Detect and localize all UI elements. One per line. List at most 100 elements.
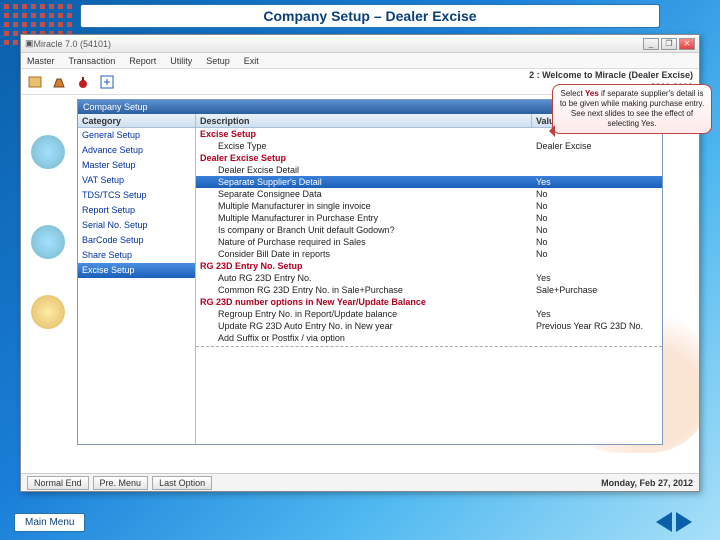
detail-row[interactable]: Update RG 23D Auto Entry No. in New year…	[196, 320, 662, 332]
detail-row	[196, 344, 662, 356]
status-btn-pre-menu[interactable]: Pre. Menu	[93, 476, 149, 490]
toolbar-icon-1[interactable]	[27, 74, 43, 90]
detail-value: Sale+Purchase	[532, 284, 662, 296]
status-btn-last-option[interactable]: Last Option	[152, 476, 212, 490]
detail-description: Update RG 23D Auto Entry No. in New year	[196, 320, 532, 332]
detail-row[interactable]: Regroup Entry No. in Report/Update balan…	[196, 308, 662, 320]
category-item[interactable]: Excise Setup	[78, 263, 195, 278]
help-callout: Select Yes if separate supplier's detail…	[552, 84, 712, 134]
category-item[interactable]: Master Setup	[78, 158, 195, 173]
menu-report[interactable]: Report	[129, 56, 156, 66]
menu-transaction[interactable]: Transaction	[69, 56, 116, 66]
detail-row[interactable]: Dealer Excise Detail	[196, 164, 662, 176]
menubar: Master Transaction Report Utility Setup …	[21, 53, 699, 69]
detail-section-header: RG 23D number options in New Year/Update…	[196, 296, 662, 308]
detail-value	[532, 332, 662, 344]
detail-description: Separate Consignee Data	[196, 188, 532, 200]
main-menu-button[interactable]: Main Menu	[14, 513, 85, 532]
menu-master[interactable]: Master	[27, 56, 55, 66]
detail-row[interactable]: Is company or Branch Unit default Godown…	[196, 224, 662, 236]
detail-description: RG 23D Entry No. Setup	[196, 260, 532, 272]
category-item[interactable]: Share Setup	[78, 248, 195, 263]
detail-description: RG 23D number options in New Year/Update…	[196, 296, 532, 308]
detail-row[interactable]: Separate Supplier's DetailYes	[196, 176, 662, 188]
detail-description: Nature of Purchase required in Sales	[196, 236, 532, 248]
workspace: Company Setup Category Description Value…	[21, 95, 699, 473]
detail-value: Yes	[532, 176, 662, 188]
company-setup-window: Company Setup Category Description Value…	[77, 99, 663, 445]
detail-description: Is company or Branch Unit default Godown…	[196, 224, 532, 236]
detail-value: No	[532, 224, 662, 236]
detail-row[interactable]: Auto RG 23D Entry No.Yes	[196, 272, 662, 284]
statusbar: Normal End Pre. Menu Last Option Monday,…	[21, 473, 699, 491]
next-arrow-icon[interactable]	[676, 512, 692, 532]
detail-description: Regroup Entry No. in Report/Update balan…	[196, 308, 532, 320]
close-button[interactable]: ✕	[679, 38, 695, 50]
status-date: Monday, Feb 27, 2012	[601, 478, 693, 488]
detail-section-header: RG 23D Entry No. Setup	[196, 260, 662, 272]
detail-value: Yes	[532, 272, 662, 284]
detail-description: Dealer Excise Setup	[196, 152, 532, 164]
toolbar-icon-4[interactable]	[99, 74, 115, 90]
toolbar-icon-3[interactable]	[75, 74, 91, 90]
menu-utility[interactable]: Utility	[170, 56, 192, 66]
detail-section-header: Dealer Excise Setup	[196, 152, 662, 164]
detail-value	[532, 164, 662, 176]
window-titlebar: ▣ Miracle 7.0 (54101) _ ❐ ✕	[21, 35, 699, 53]
setup-body: General SetupAdvance SetupMaster SetupVA…	[78, 128, 662, 444]
deco-icon	[31, 135, 65, 169]
detail-description: Multiple Manufacturer in single invoice	[196, 200, 532, 212]
category-item[interactable]: BarCode Setup	[78, 233, 195, 248]
detail-panel: Excise SetupExcise TypeDealer ExciseDeal…	[196, 128, 662, 444]
welcome-line1: 2 : Welcome to Miracle (Dealer Excise)	[529, 69, 693, 81]
detail-value	[532, 152, 662, 164]
category-item[interactable]: General Setup	[78, 128, 195, 143]
status-btn-normal-end[interactable]: Normal End	[27, 476, 89, 490]
detail-value: No	[532, 212, 662, 224]
detail-row[interactable]: Common RG 23D Entry No. in Sale+Purchase…	[196, 284, 662, 296]
detail-description: Separate Supplier's Detail	[196, 176, 532, 188]
app-icon: ▣	[25, 38, 34, 49]
detail-description: Excise Type	[196, 140, 532, 152]
detail-row[interactable]: Excise TypeDealer Excise	[196, 140, 662, 152]
menu-exit[interactable]: Exit	[244, 56, 259, 66]
detail-row[interactable]: Add Suffix or Postfix / via option	[196, 332, 662, 344]
detail-row[interactable]: Multiple Manufacturer in Purchase EntryN…	[196, 212, 662, 224]
detail-description: Common RG 23D Entry No. in Sale+Purchase	[196, 284, 532, 296]
prev-arrow-icon[interactable]	[656, 512, 672, 532]
detail-row[interactable]: Consider Bill Date in reportsNo	[196, 248, 662, 260]
detail-value: Previous Year RG 23D No.	[532, 320, 662, 332]
detail-value: Dealer Excise	[532, 140, 662, 152]
callout-emph: Yes	[585, 89, 599, 98]
window-controls: _ ❐ ✕	[643, 38, 695, 50]
detail-description: Add Suffix or Postfix / via option	[196, 332, 532, 344]
category-item[interactable]: Report Setup	[78, 203, 195, 218]
category-list: General SetupAdvance SetupMaster SetupVA…	[78, 128, 196, 444]
category-item[interactable]: TDS/TCS Setup	[78, 188, 195, 203]
detail-value: Yes	[532, 308, 662, 320]
deco-icon	[31, 295, 65, 329]
detail-row[interactable]: Multiple Manufacturer in single invoiceN…	[196, 200, 662, 212]
maximize-button[interactable]: ❐	[661, 38, 677, 50]
header-category: Category	[78, 114, 196, 127]
detail-description: Consider Bill Date in reports	[196, 248, 532, 260]
category-item[interactable]: Advance Setup	[78, 143, 195, 158]
callout-text-before: Select	[561, 89, 585, 98]
detail-value	[532, 260, 662, 272]
detail-row[interactable]: Separate Consignee DataNo	[196, 188, 662, 200]
detail-value: No	[532, 248, 662, 260]
detail-value: No	[532, 200, 662, 212]
category-item[interactable]: Serial No. Setup	[78, 218, 195, 233]
slide-title: Company Setup – Dealer Excise	[263, 8, 476, 24]
detail-row[interactable]: Nature of Purchase required in SalesNo	[196, 236, 662, 248]
header-description: Description	[196, 114, 532, 127]
toolbar-icon-2[interactable]	[51, 74, 67, 90]
category-item[interactable]: VAT Setup	[78, 173, 195, 188]
detail-value: No	[532, 188, 662, 200]
deco-icon	[31, 225, 65, 259]
menu-setup[interactable]: Setup	[206, 56, 230, 66]
window-caption: Miracle 7.0 (54101)	[34, 39, 643, 49]
detail-value: No	[532, 236, 662, 248]
slide-nav	[656, 512, 692, 532]
minimize-button[interactable]: _	[643, 38, 659, 50]
